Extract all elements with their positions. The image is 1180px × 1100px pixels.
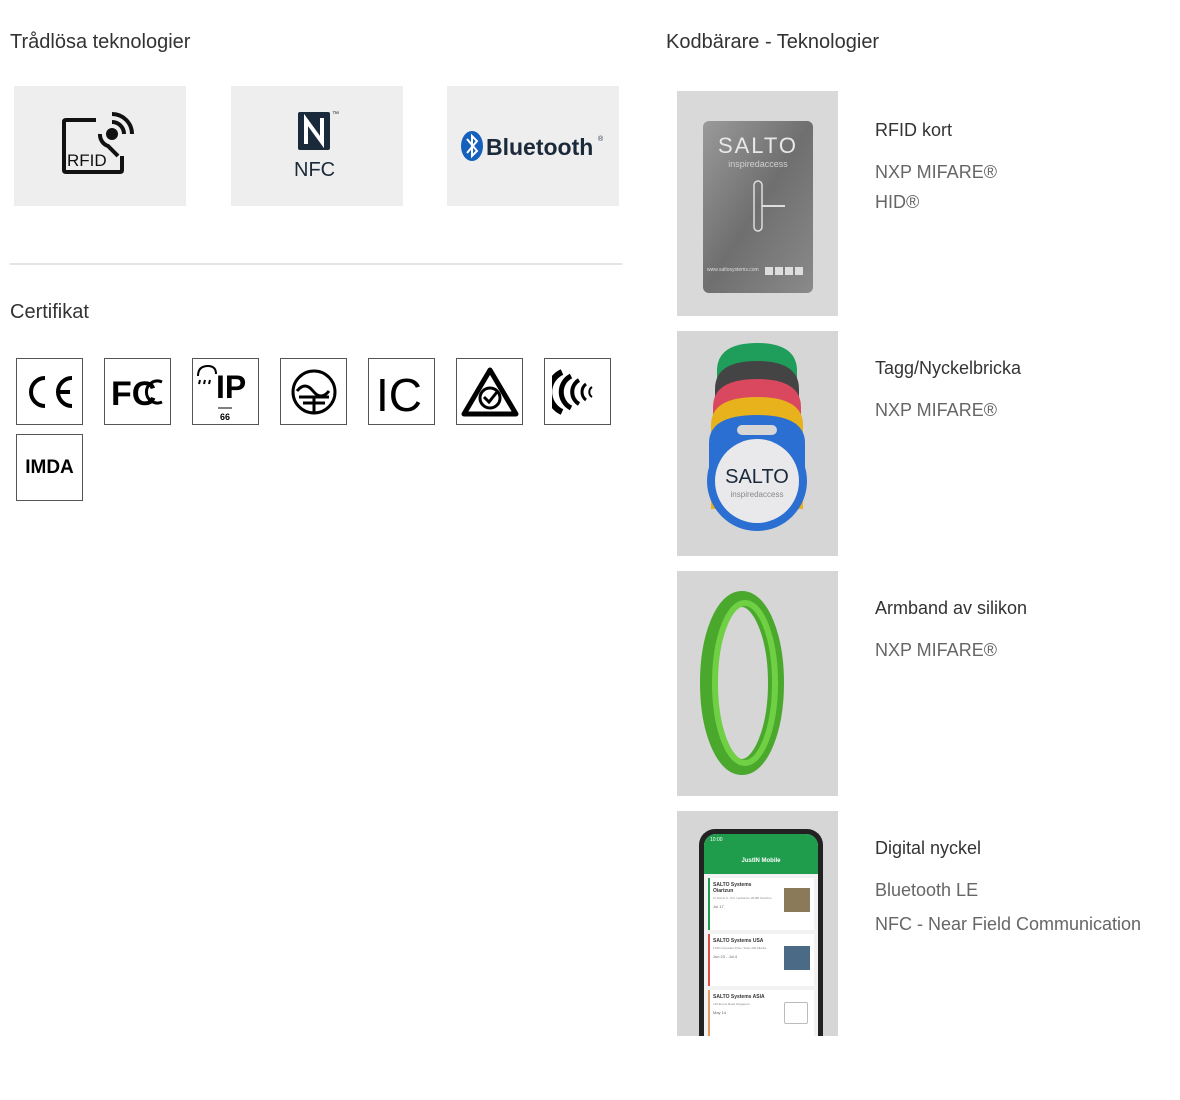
key-fob-brand: SALTO [725,466,789,488]
wireless-technologies-title: Trådlösa teknologier [10,31,191,53]
carrier-name-rfid-card: RFID kort [875,120,953,140]
app-card[interactable]: SALTO Systems USA 1780 Corporate Drive, … [708,934,814,986]
imda-mark-icon: IMDA [16,434,83,501]
ic-mark-icon: IC [368,358,435,425]
rcm-mark-icon [456,358,523,425]
rfid-card-brand: SALTO [718,133,798,158]
certificates-title: Certifikat [10,301,89,323]
nfc-logo-text: NFC [294,159,335,181]
section-divider [10,263,622,265]
carrier-spec-wristband-1: NXP MIFARE® [875,640,997,660]
nfc-trademark: ™ [332,111,339,118]
carrier-name-key-fob: Tagg/Nyckelbricka [875,358,1022,378]
app-card-photo [784,888,810,912]
carrier-spec-digital-key-1: Bluetooth LE [875,880,979,900]
rfid-card-tagline: inspiredaccess [728,159,788,169]
ip-mark-text: IP [216,369,246,405]
rfid-card-url: www.saltosystems.com [707,267,759,273]
key-fob-tagline: inspiredaccess [731,490,784,499]
bluetooth-logo-text: Bluetooth [486,134,593,160]
carrier-spec-key-fob-1: NXP MIFARE® [875,400,997,420]
app-card-title: SALTO Systems ASIA [713,994,765,1000]
rfid-logo-tile: RFID [14,86,186,206]
ce-mark-icon [16,358,83,425]
app-card-title: SALTO Systems USA [713,938,764,944]
app-card[interactable]: SALTO Systems Oiartzun C/ Arkotz 9 - Pol… [708,878,814,930]
code-carriers-title: Kodbärare - Teknologier [666,31,880,53]
carrier-name-wristband: Armband av silikon [875,598,1028,618]
bluetooth-logo-tile: Bluetooth ® [447,86,619,206]
phone-screen: 10:00 JustIN Mobile SALTO Systems Oiartz… [704,834,818,1036]
app-card-address: C/ Arkotz 9 - Pol. Lanbarren 20180 Oiart… [713,896,772,900]
phone-frame: 10:00 JustIN Mobile SALTO Systems Oiartz… [699,829,823,1036]
nfc-logo-tile: ™ NFC [231,86,403,206]
rfid-icon: RFID [62,112,134,174]
image-placeholder-icon [784,1002,808,1024]
app-card[interactable]: SALTO Systems ASIA 115 Eunos Road Singap… [708,990,814,1036]
fcc-mark-icon: FC [104,358,171,425]
app-card-photo [784,946,810,970]
carrier-spec-rfid-1: NXP MIFARE® [875,162,997,182]
imda-mark-text: IMDA [25,456,74,478]
japan-telec-mark-icon [280,358,347,425]
phone-time: 10:00 [710,837,723,843]
key-fob-image: SALTO inspiredaccess [677,331,838,556]
ip66-mark-icon: IP 66 [192,358,259,425]
app-card-address: 1780 Corporate Drive, Suite 400 Atlanta [713,946,767,950]
digital-key-phone-image: 10:00 JustIN Mobile SALTO Systems Oiartz… [677,811,838,1036]
app-card-address: 115 Eunos Road Singapore [713,1002,750,1006]
bluetooth-icon: Bluetooth ® [461,131,604,161]
app-header: 10:00 JustIN Mobile [704,834,818,874]
silicone-wristband-image [677,571,838,796]
app-card-title: SALTO Systems Oiartzun [713,882,752,894]
carrier-spec-digital-key-2: NFC - Near Field Communication [875,914,1142,934]
fcc-mark-text: FC [111,375,156,412]
ip-rating-text: 66 [220,412,230,422]
ic-mark-text: IC [376,369,422,417]
nfc-icon: ™ NFC [294,111,339,181]
anatel-mark-icon [544,358,611,425]
rfid-logo-text: RFID [67,151,107,170]
rfid-card-image: SALTO inspiredaccess www.saltosystems.co… [677,91,838,316]
bluetooth-trademark: ® [598,135,604,143]
carrier-name-digital-key: Digital nyckel [875,838,982,858]
app-title: JustIN Mobile [741,858,781,864]
carrier-spec-rfid-2: HID® [875,192,920,212]
